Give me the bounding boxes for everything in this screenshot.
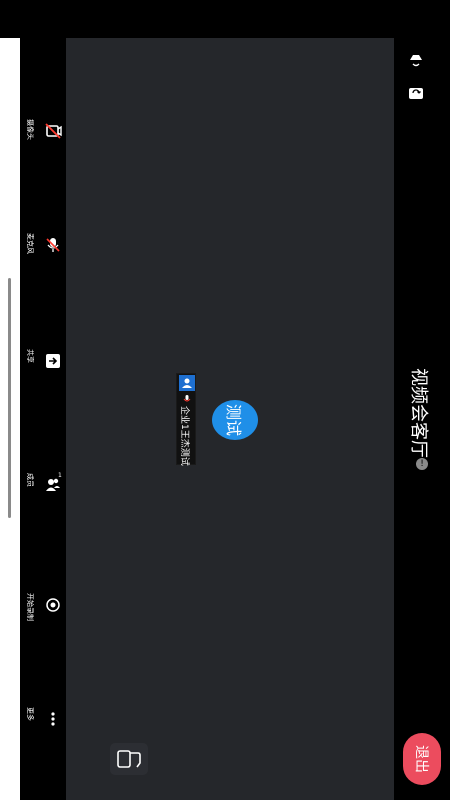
share-screen-icon bbox=[46, 354, 60, 368]
record-icon bbox=[46, 598, 60, 612]
layout-switch-icon bbox=[117, 750, 141, 768]
meeting-title: 视频会客厅 bbox=[408, 368, 429, 458]
scrollbar[interactable] bbox=[8, 278, 11, 518]
exit-button[interactable]: 退出 bbox=[403, 733, 441, 785]
switch-camera-icon[interactable] bbox=[407, 84, 425, 102]
microphone-label: 麦克风 bbox=[26, 233, 34, 254]
more-button[interactable]: 更多 bbox=[20, 704, 66, 734]
meeting-toolbar: 摄像头 麦克风 共享 1 成员 开始录制 更多 bbox=[20, 38, 66, 800]
record-button[interactable]: 开始录制 bbox=[20, 590, 66, 621]
participant-name: 企业1王杰测试 bbox=[179, 406, 189, 466]
avatar-text: 测试 bbox=[223, 403, 243, 437]
camera-off-icon bbox=[45, 123, 62, 139]
members-label: 成员 bbox=[26, 473, 34, 487]
microphone-button[interactable]: 麦克风 bbox=[20, 230, 66, 260]
layout-switch-button[interactable] bbox=[110, 743, 148, 775]
camera-label: 摄像头 bbox=[26, 119, 34, 140]
participant-mic-icon bbox=[183, 395, 191, 402]
participant-avatar: 测试 bbox=[212, 400, 258, 440]
record-label: 开始录制 bbox=[26, 593, 34, 621]
members-count: 1 bbox=[58, 472, 62, 479]
members-button[interactable]: 1 成员 bbox=[20, 470, 66, 500]
user-badge-icon bbox=[179, 375, 195, 391]
exit-label: 退出 bbox=[413, 745, 429, 773]
participant-name-tag: 企业1王杰测试 bbox=[176, 373, 196, 466]
microphone-muted-icon bbox=[46, 238, 60, 252]
camera-button[interactable]: 摄像头 bbox=[20, 116, 66, 146]
info-icon[interactable]: ! bbox=[416, 458, 428, 470]
share-label: 共享 bbox=[26, 349, 34, 363]
more-label: 更多 bbox=[26, 707, 34, 721]
share-button[interactable]: 共享 bbox=[20, 346, 66, 376]
speaker-icon[interactable] bbox=[407, 52, 425, 70]
more-icon bbox=[51, 712, 55, 726]
